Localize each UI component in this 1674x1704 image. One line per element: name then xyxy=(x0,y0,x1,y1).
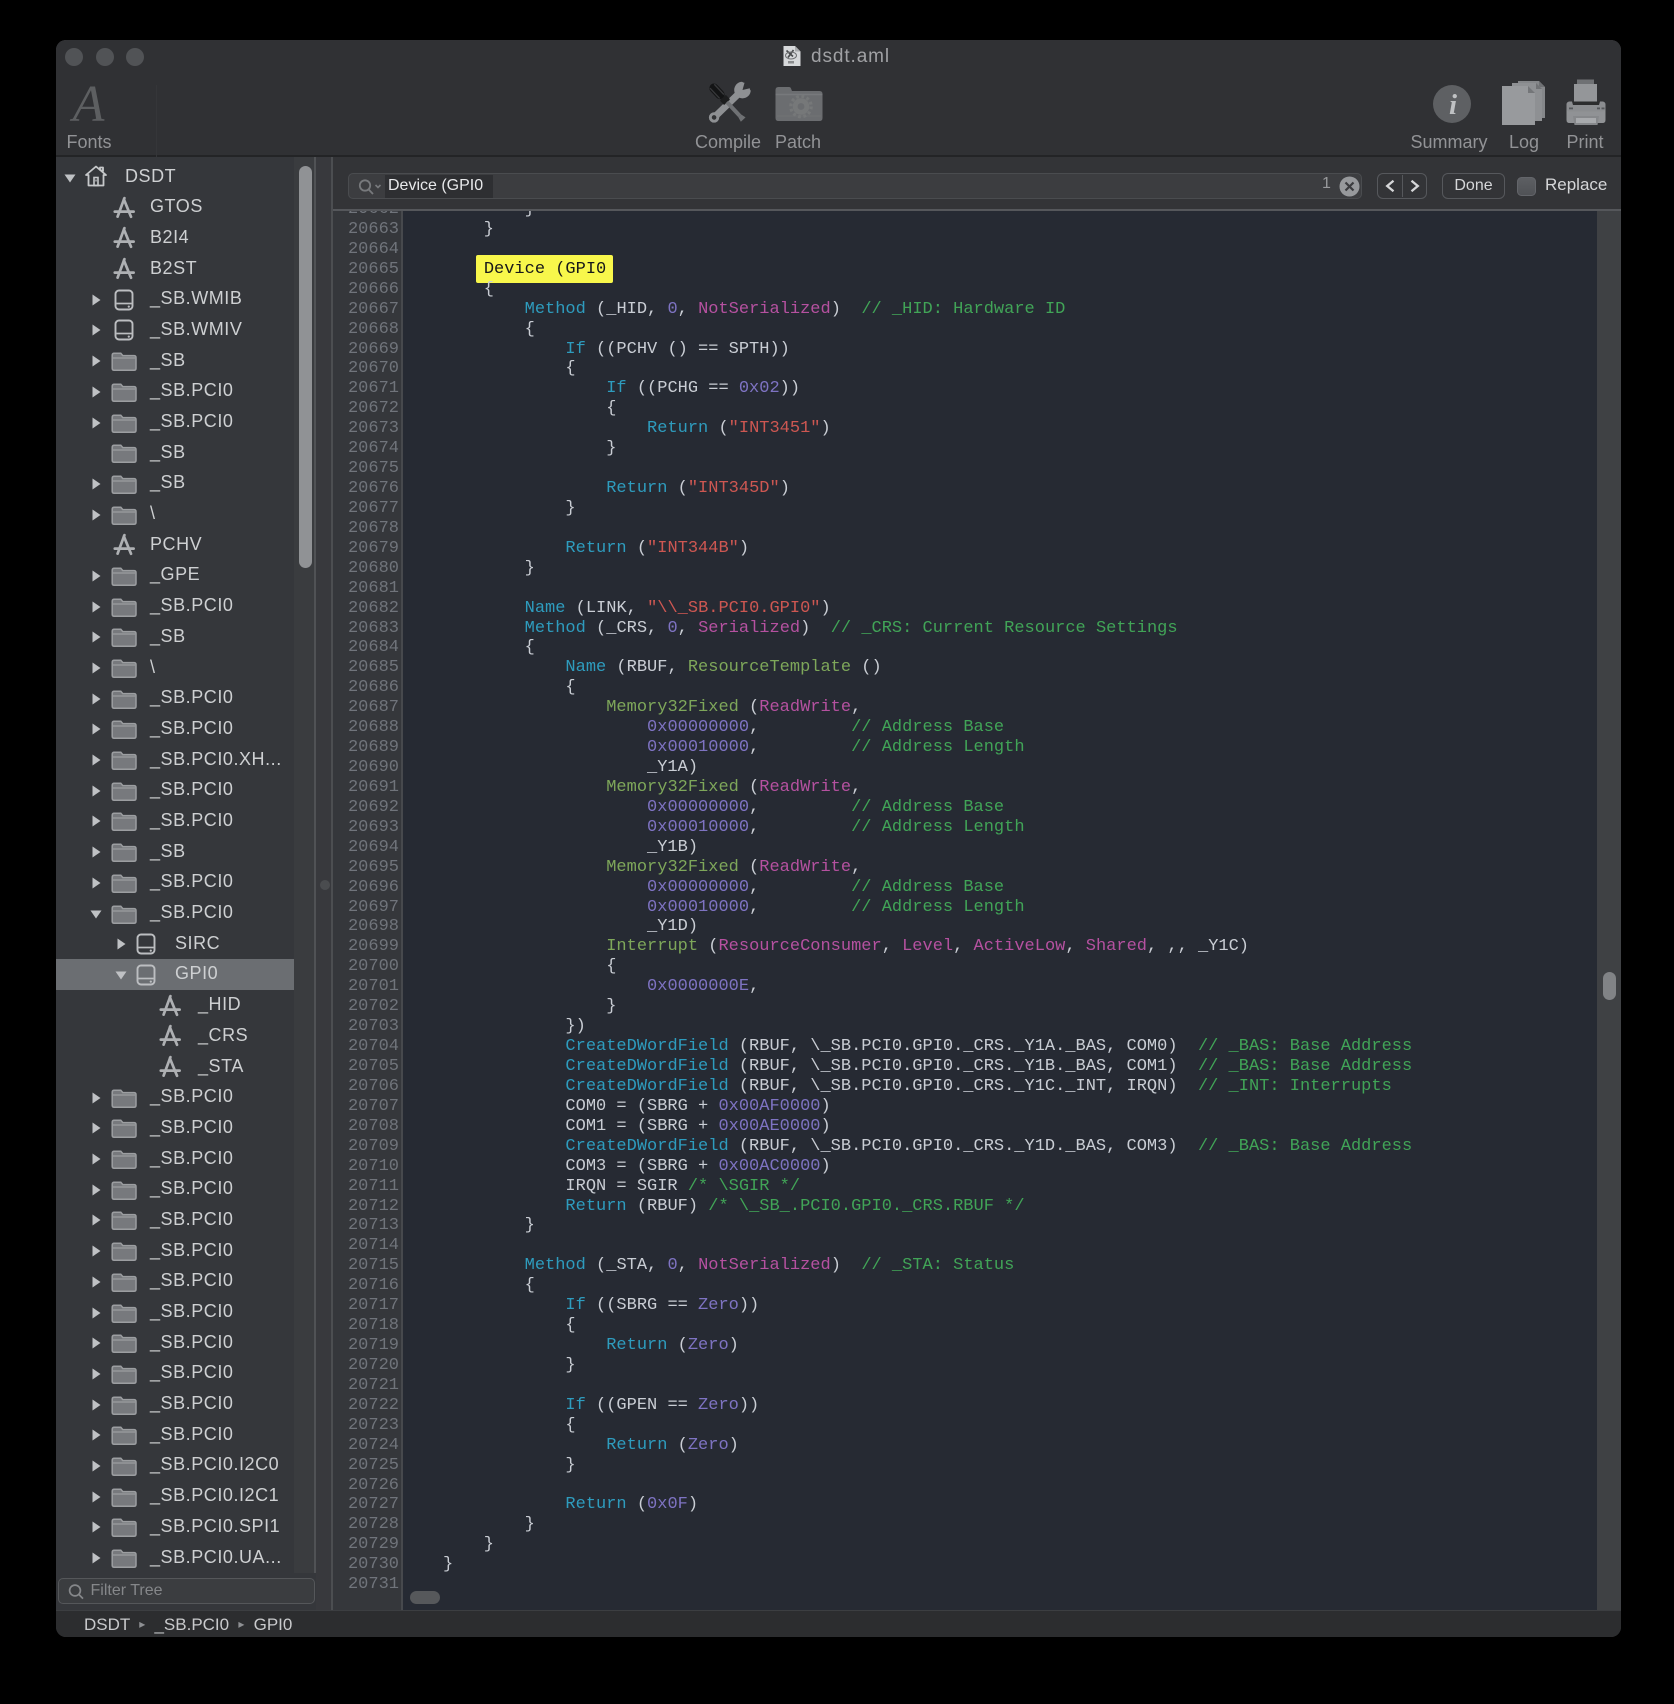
svg-text:i: i xyxy=(1449,89,1457,121)
